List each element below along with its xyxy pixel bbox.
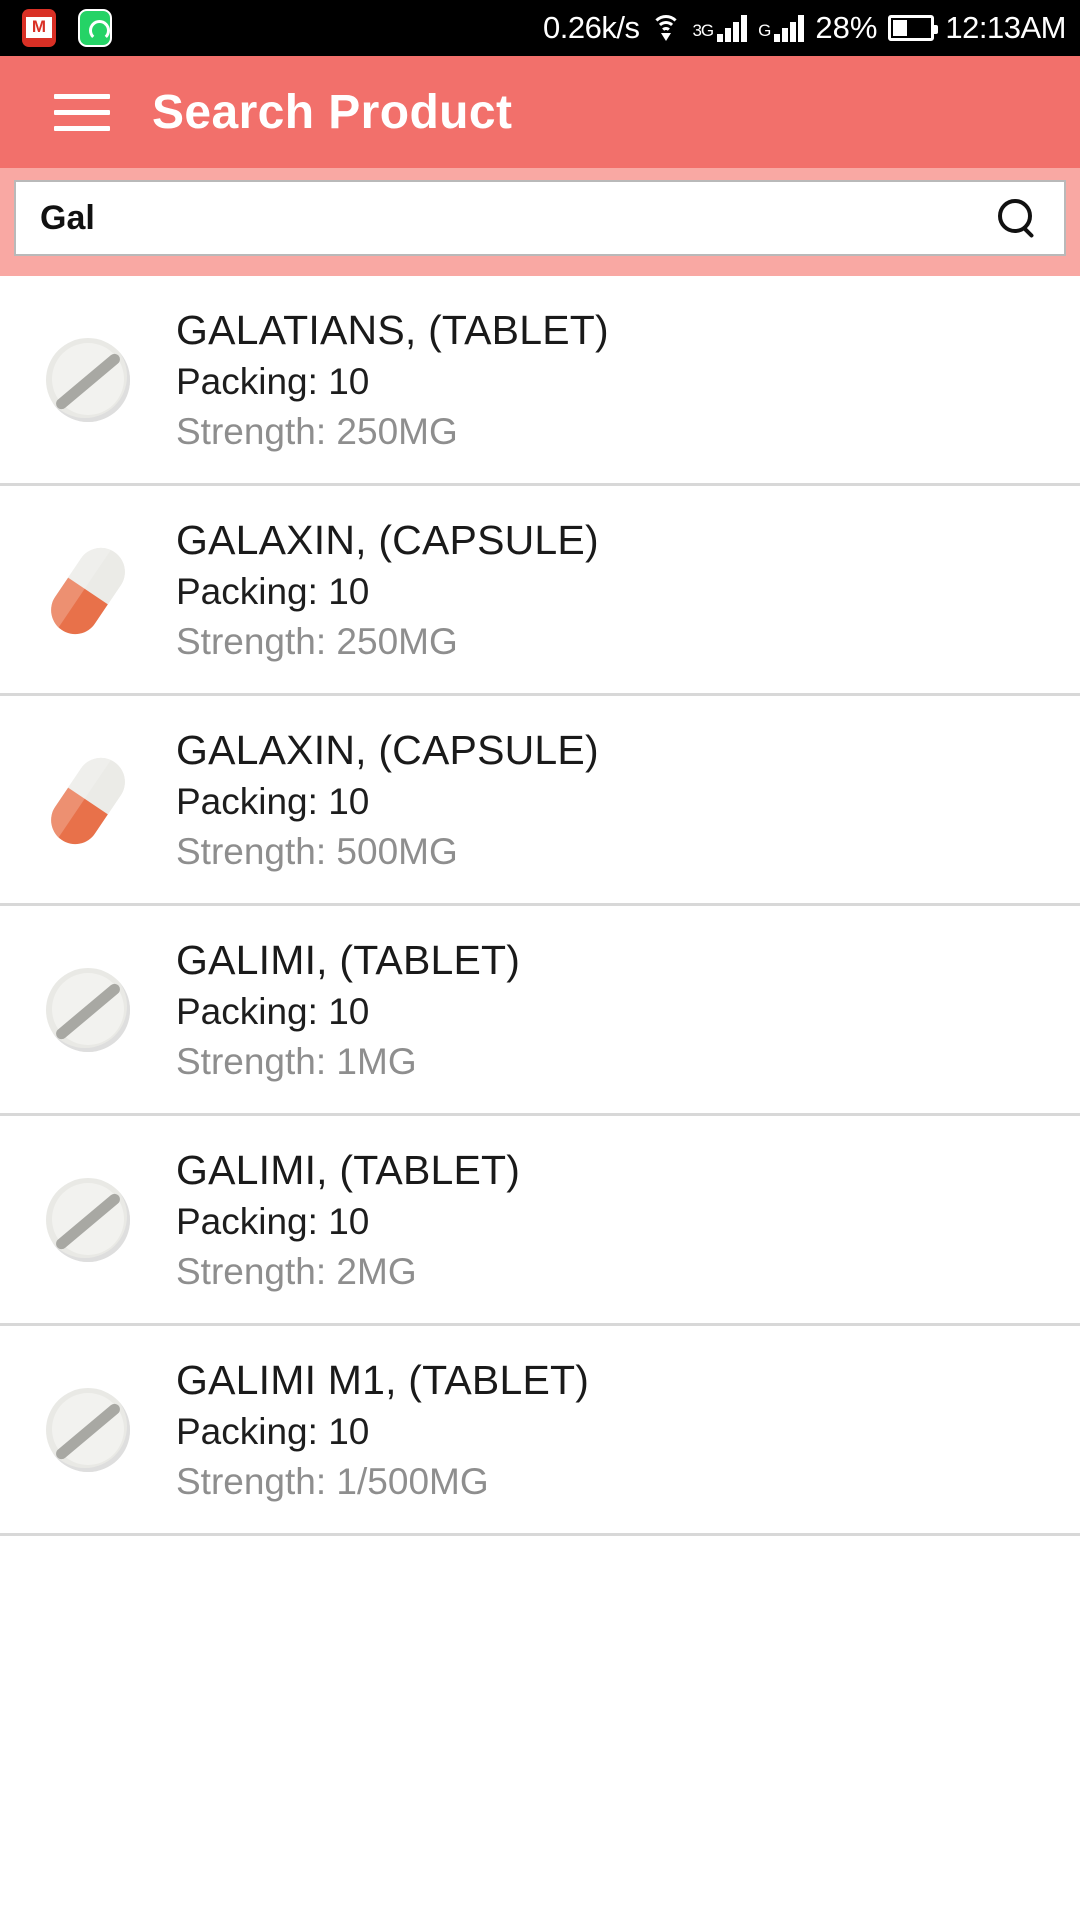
tablet-icon [38, 1170, 138, 1270]
product-strength: Strength: 1/500MG [176, 1460, 489, 1502]
product-packing: Packing: 10 [176, 1201, 370, 1243]
list-item[interactable]: GALIMI, (TABLET) Packing: 10 Strength: 1… [0, 906, 1080, 1116]
list-item[interactable]: GALAXIN, (CAPSULE) Packing: 10 Strength:… [0, 696, 1080, 906]
product-info: GALAXIN, (CAPSULE) Packing: 10 Strength:… [176, 515, 1080, 663]
page-title: Search Product [152, 85, 513, 139]
product-thumbnail [0, 1170, 176, 1270]
clock-text: 12:13AM [945, 10, 1066, 45]
list-item[interactable]: GALATIANS, (TABLET) Packing: 10 Strength… [0, 276, 1080, 486]
product-info: GALATIANS, (TABLET) Packing: 10 Strength… [176, 305, 1080, 453]
app-bar: Search Product [0, 56, 1080, 168]
search-input-wrapper[interactable]: Gal [14, 180, 1066, 256]
capsule-icon [38, 748, 138, 853]
product-name: GALIMI, (TABLET) [176, 1147, 521, 1194]
product-name: GALATIANS, (TABLET) [176, 307, 609, 354]
product-strength: Strength: 250MG [176, 620, 458, 662]
status-bar: 0.26k/s 3G G 28% 12:13AM [0, 0, 1080, 56]
search-input[interactable]: Gal [40, 199, 996, 238]
sim1-signal-icon: 3G [692, 14, 748, 42]
tablet-icon [38, 330, 138, 430]
gmail-icon [22, 9, 56, 47]
product-strength: Strength: 250MG [176, 410, 458, 452]
list-item[interactable]: GALAXIN, (CAPSULE) Packing: 10 Strength:… [0, 486, 1080, 696]
hamburger-menu-icon[interactable] [54, 93, 110, 131]
product-thumbnail [0, 748, 176, 853]
product-info: GALIMI M1, (TABLET) Packing: 10 Strength… [176, 1355, 1080, 1503]
wifi-icon [650, 15, 681, 41]
product-packing: Packing: 10 [176, 361, 370, 403]
product-packing: Packing: 10 [176, 781, 370, 823]
product-thumbnail [0, 330, 176, 430]
product-info: GALIMI, (TABLET) Packing: 10 Strength: 1… [176, 935, 1080, 1083]
capsule-icon [38, 538, 138, 643]
product-packing: Packing: 10 [176, 991, 370, 1033]
sim2-signal-icon: G [758, 14, 805, 42]
product-strength: Strength: 500MG [176, 830, 458, 872]
product-name: GALAXIN, (CAPSULE) [176, 727, 599, 774]
list-item[interactable]: GALIMI, (TABLET) Packing: 10 Strength: 2… [0, 1116, 1080, 1326]
network-speed-text: 0.26k/s [543, 10, 640, 45]
product-name: GALAXIN, (CAPSULE) [176, 517, 599, 564]
status-bar-notification-icons [22, 9, 112, 47]
sim2-network-label: G [758, 20, 771, 40]
product-packing: Packing: 10 [176, 1411, 370, 1453]
status-bar-system-icons: 0.26k/s 3G G 28% 12:13AM [543, 10, 1066, 46]
search-bar-container: Gal [0, 168, 1080, 276]
sim1-network-label: 3G [692, 20, 714, 40]
product-thumbnail [0, 538, 176, 643]
product-strength: Strength: 1MG [176, 1040, 417, 1082]
list-item[interactable]: GALIMI M1, (TABLET) Packing: 10 Strength… [0, 1326, 1080, 1536]
tablet-icon [38, 1380, 138, 1480]
product-info: GALIMI, (TABLET) Packing: 10 Strength: 2… [176, 1145, 1080, 1293]
product-info: GALAXIN, (CAPSULE) Packing: 10 Strength:… [176, 725, 1080, 873]
product-packing: Packing: 10 [176, 571, 370, 613]
tablet-icon [38, 960, 138, 1060]
battery-icon [888, 15, 939, 41]
product-results-list: GALATIANS, (TABLET) Packing: 10 Strength… [0, 276, 1080, 1536]
product-thumbnail [0, 1380, 176, 1480]
battery-percent-text: 28% [815, 10, 878, 45]
search-icon[interactable] [996, 197, 1038, 239]
product-strength: Strength: 2MG [176, 1250, 417, 1292]
product-thumbnail [0, 960, 176, 1060]
product-name: GALIMI M1, (TABLET) [176, 1357, 590, 1404]
whatsapp-icon [78, 9, 112, 47]
product-name: GALIMI, (TABLET) [176, 937, 521, 984]
